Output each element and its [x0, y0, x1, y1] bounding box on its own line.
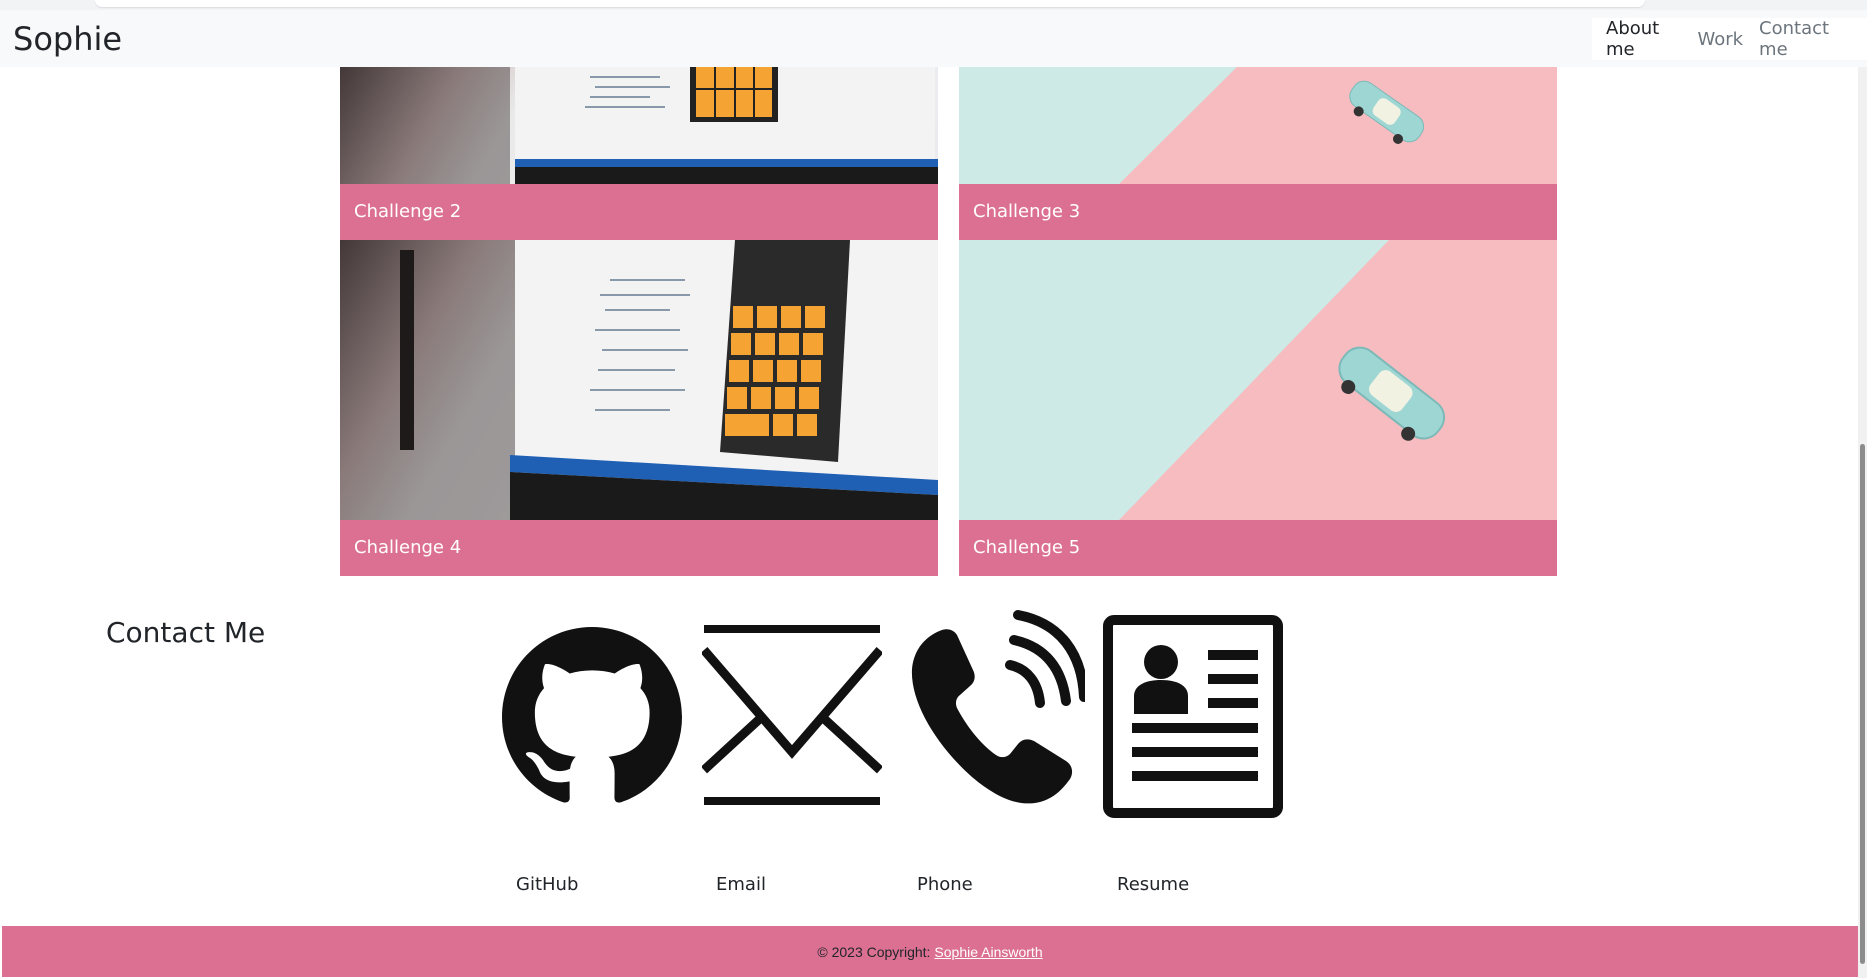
resume-icon[interactable]	[1102, 614, 1284, 819]
nav-link-contact-me[interactable]: Contact me	[1759, 18, 1849, 60]
brand-name[interactable]: Sophie	[13, 20, 122, 58]
phone-label[interactable]: Phone	[917, 874, 973, 895]
pastel-toy-car-image	[959, 67, 1557, 184]
card-caption: Challenge 5	[959, 520, 1557, 576]
nav-links: About me Work Contact me	[1592, 18, 1867, 60]
envelope-icon[interactable]	[700, 620, 884, 810]
project-card-challenge-4[interactable]: Challenge 4	[340, 240, 938, 576]
nav-link-work[interactable]: Work	[1697, 29, 1743, 50]
author-link[interactable]: Sophie Ainsworth	[934, 944, 1042, 960]
project-card-challenge-5[interactable]: Challenge 5	[959, 240, 1557, 576]
github-icon[interactable]	[502, 612, 682, 822]
scrollbar-thumb[interactable]	[1860, 444, 1865, 964]
browser-address-bar-edge	[95, 0, 1645, 7]
card-caption: Challenge 4	[340, 520, 938, 576]
contact-section-title: Contact Me	[106, 616, 266, 649]
resume-label[interactable]: Resume	[1117, 874, 1189, 895]
nav-link-about-me[interactable]: About me	[1606, 18, 1681, 60]
card-caption: Challenge 3	[959, 184, 1557, 240]
laptop-calculator-image	[340, 67, 938, 184]
laptop-calculator-image	[340, 240, 938, 520]
card-caption: Challenge 2	[340, 184, 938, 240]
pastel-toy-car-image	[959, 240, 1557, 520]
copyright-text: © 2023 Copyright:	[817, 943, 931, 960]
github-label[interactable]: GitHub	[516, 874, 578, 895]
project-card-challenge-2[interactable]: Challenge 2	[340, 67, 938, 240]
browser-top-strip	[0, 0, 1867, 10]
navbar: Sophie About me Work Contact me	[0, 10, 1867, 67]
phone-icon[interactable]	[910, 607, 1089, 807]
footer: © 2023 Copyright: Sophie Ainsworth	[2, 926, 1858, 977]
project-card-challenge-3[interactable]: Challenge 3	[959, 67, 1557, 240]
email-label[interactable]: Email	[716, 874, 766, 895]
page-scrollbar[interactable]	[1858, 10, 1867, 978]
